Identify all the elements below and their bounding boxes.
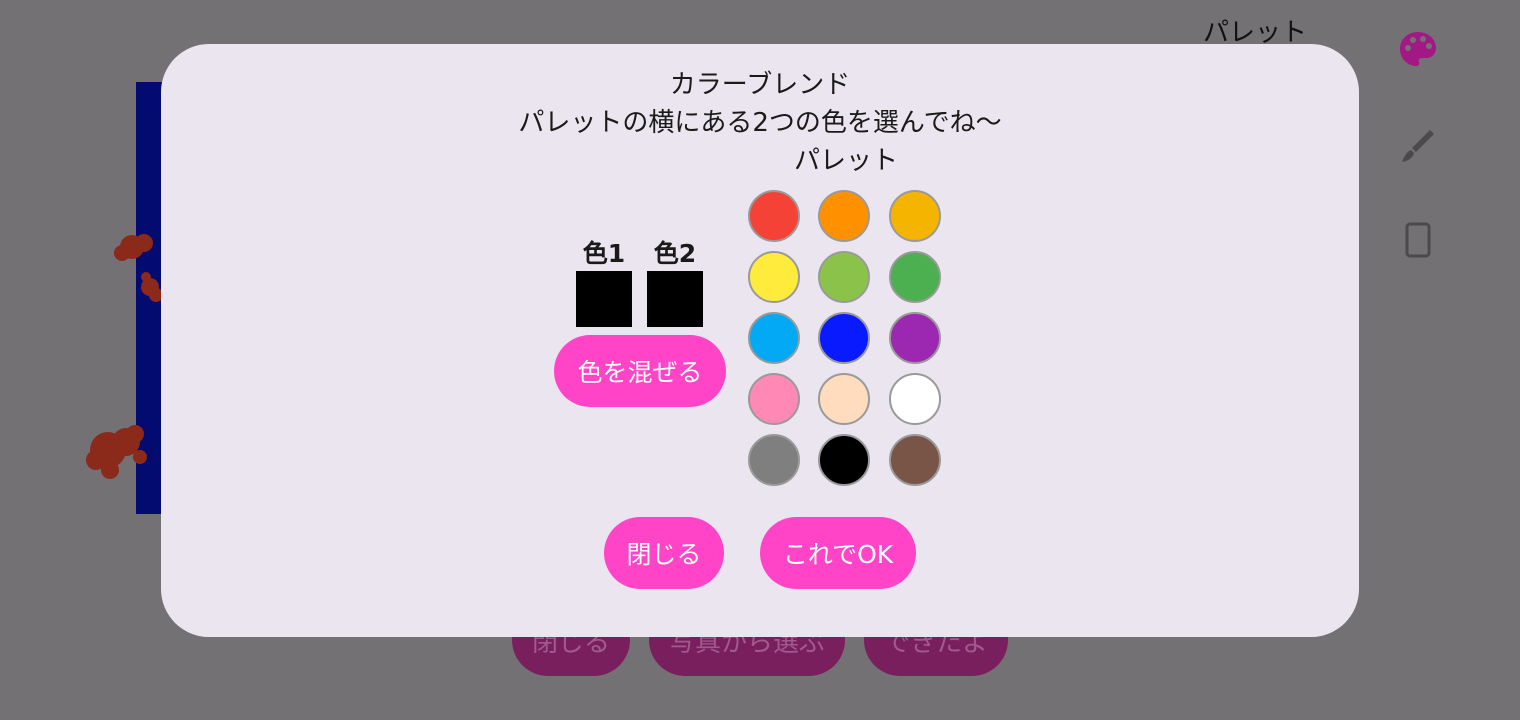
mix-colors-button[interactable]: 色を混ぜる bbox=[554, 335, 726, 407]
dialog-title: カラーブレンド bbox=[669, 70, 851, 100]
palette-icon[interactable] bbox=[1396, 28, 1440, 72]
palette-swatch[interactable] bbox=[889, 373, 941, 425]
color-blend-dialog: カラーブレンド パレットの横にある2つの色を選んでね〜 パレット 色1 色2 色… bbox=[161, 44, 1359, 637]
ok-button[interactable]: これでOK bbox=[760, 517, 916, 589]
palette-swatch[interactable] bbox=[889, 251, 941, 303]
color1-slot[interactable] bbox=[576, 271, 632, 327]
palette-swatch[interactable] bbox=[818, 434, 870, 486]
palette-swatch[interactable] bbox=[818, 251, 870, 303]
palette-swatch[interactable] bbox=[818, 190, 870, 242]
color1-label: 色1 bbox=[582, 239, 626, 268]
brush-icon[interactable] bbox=[1396, 124, 1440, 168]
palette-swatch[interactable] bbox=[889, 312, 941, 364]
palette-swatch[interactable] bbox=[748, 434, 800, 486]
close-button[interactable]: 閉じる bbox=[604, 517, 724, 589]
palette-swatch[interactable] bbox=[889, 434, 941, 486]
palette-swatch[interactable] bbox=[818, 312, 870, 364]
paint-splatter bbox=[86, 425, 147, 479]
dialog-instruction: パレットの横にある2つの色を選んでね〜 bbox=[518, 108, 1002, 138]
eraser-icon[interactable] bbox=[1396, 218, 1440, 262]
palette-swatch[interactable] bbox=[818, 373, 870, 425]
palette-swatch[interactable] bbox=[748, 190, 800, 242]
color2-label: 色2 bbox=[653, 239, 697, 268]
palette-swatch[interactable] bbox=[748, 251, 800, 303]
palette-swatch[interactable] bbox=[748, 373, 800, 425]
palette-swatch[interactable] bbox=[889, 190, 941, 242]
palette-label: パレット bbox=[793, 146, 898, 176]
color2-slot[interactable] bbox=[647, 271, 703, 327]
palette-swatch[interactable] bbox=[748, 312, 800, 364]
